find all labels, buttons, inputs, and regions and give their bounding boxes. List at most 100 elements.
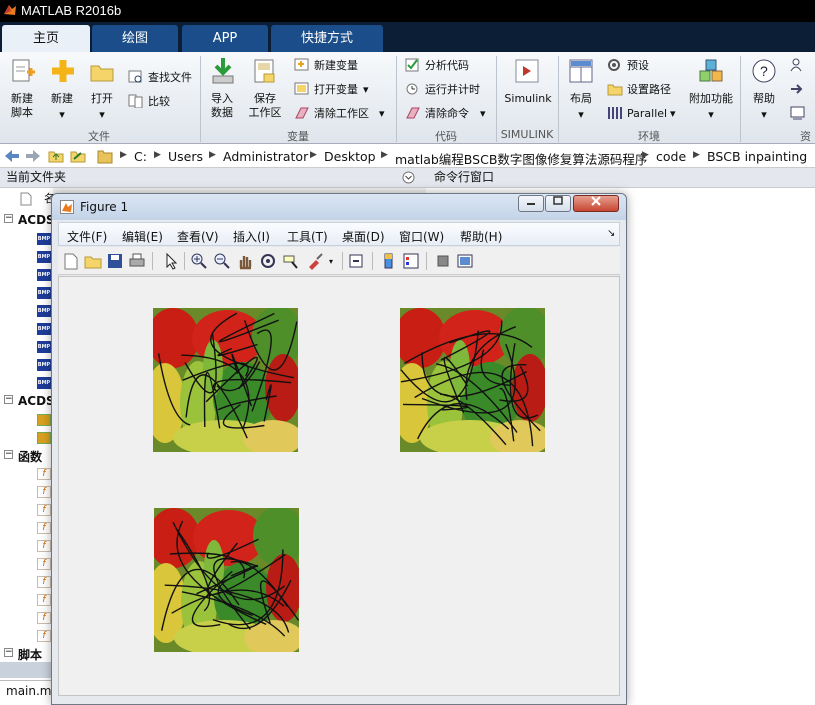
menu-window[interactable]: 窗口(W) bbox=[399, 228, 444, 245]
peppers-image-damaged-2[interactable] bbox=[400, 308, 545, 452]
function-file-icon[interactable]: f bbox=[37, 540, 51, 552]
clear-workspace-dropdown[interactable]: ▾ bbox=[379, 107, 385, 121]
breadcrumb-project-folder[interactable]: matlab编程BSCB数字图像修复算法源码程序 bbox=[395, 149, 647, 168]
new-script-icon[interactable] bbox=[10, 58, 36, 84]
data-file-icon[interactable] bbox=[37, 432, 51, 444]
find-files-button[interactable]: 查找文件 bbox=[148, 71, 192, 85]
layout-icon[interactable] bbox=[568, 58, 594, 84]
up-folder-icon[interactable] bbox=[48, 149, 64, 163]
breadcrumb-users[interactable]: Users bbox=[168, 149, 203, 164]
parallel-button[interactable]: Parallel bbox=[627, 107, 667, 121]
dock-arrow-icon[interactable]: ↘ bbox=[607, 228, 615, 239]
new-figure-icon[interactable] bbox=[62, 252, 80, 270]
menu-edit[interactable]: 编辑(E) bbox=[122, 228, 163, 245]
layout-dropdown[interactable]: ▾ bbox=[574, 108, 588, 122]
tree-section-functions[interactable]: 函数 bbox=[18, 448, 42, 465]
function-file-icon[interactable]: f bbox=[37, 594, 51, 606]
pan-hand-icon[interactable] bbox=[236, 252, 254, 270]
zoom-in-icon[interactable] bbox=[190, 252, 208, 270]
help-icon[interactable]: ? bbox=[751, 58, 777, 84]
new-dropdown-arrow[interactable]: ▾ bbox=[55, 108, 69, 122]
menu-help[interactable]: 帮助(H) bbox=[460, 228, 502, 245]
tab-shortcuts[interactable]: 快捷方式 bbox=[271, 25, 383, 52]
bmp-file-icon[interactable]: BMP bbox=[37, 287, 51, 299]
peppers-image-damaged-1[interactable] bbox=[153, 308, 298, 452]
legend-icon[interactable] bbox=[402, 252, 420, 270]
function-file-icon[interactable]: f bbox=[37, 576, 51, 588]
collapse-toggle[interactable]: − bbox=[4, 214, 13, 223]
breadcrumb-bscb-inpainting[interactable]: BSCB inpainting bbox=[707, 149, 807, 164]
new-button[interactable]: 新建 bbox=[47, 92, 77, 106]
data-file-icon[interactable] bbox=[37, 414, 51, 426]
help-button[interactable]: 帮助 bbox=[748, 92, 780, 106]
bmp-file-icon[interactable]: BMP bbox=[37, 251, 51, 263]
save-workspace-button[interactable]: 保存 工作区 bbox=[245, 92, 285, 120]
save-icon[interactable] bbox=[106, 252, 124, 270]
menu-file[interactable]: 文件(F) bbox=[67, 228, 107, 245]
bmp-file-icon[interactable]: BMP bbox=[37, 269, 51, 281]
rotate-3d-icon[interactable] bbox=[259, 252, 277, 270]
tab-plots[interactable]: 绘图 bbox=[92, 25, 178, 52]
function-file-icon[interactable]: f bbox=[37, 612, 51, 624]
tab-home[interactable]: 主页 bbox=[2, 25, 90, 52]
open-dropdown-arrow[interactable]: ▾ bbox=[95, 108, 109, 122]
function-file-icon[interactable]: f bbox=[37, 486, 51, 498]
menu-insert[interactable]: 插入(I) bbox=[233, 228, 270, 245]
simulink-button[interactable]: Simulink bbox=[500, 92, 556, 106]
open-folder-icon[interactable] bbox=[90, 62, 114, 82]
breadcrumb-c[interactable]: C: bbox=[134, 149, 147, 164]
menu-tools[interactable]: 工具(T) bbox=[287, 228, 328, 245]
function-file-icon[interactable]: f bbox=[37, 504, 51, 516]
print-icon[interactable] bbox=[128, 252, 146, 270]
collapse-toggle[interactable]: − bbox=[4, 395, 13, 404]
tab-apps[interactable]: APP bbox=[182, 25, 268, 52]
maximize-button[interactable] bbox=[545, 195, 571, 212]
collapse-toggle[interactable]: − bbox=[4, 648, 13, 657]
import-data-icon[interactable] bbox=[210, 57, 236, 85]
help-dropdown[interactable]: ▾ bbox=[757, 108, 771, 122]
bmp-file-icon[interactable]: BMP bbox=[37, 233, 51, 245]
addons-button[interactable]: 附加功能 bbox=[686, 92, 736, 106]
bmp-file-icon[interactable]: BMP bbox=[37, 341, 51, 353]
layout-button[interactable]: 布局 bbox=[565, 92, 597, 106]
tree-section-acds-2[interactable]: ACDS bbox=[18, 394, 55, 408]
save-workspace-icon[interactable] bbox=[252, 58, 278, 84]
data-cursor-icon[interactable] bbox=[282, 252, 300, 270]
forward-arrow-icon[interactable] bbox=[25, 149, 41, 163]
open-variable-button[interactable]: 打开变量 bbox=[314, 83, 358, 97]
menu-view[interactable]: 查看(V) bbox=[177, 228, 219, 245]
set-path-button[interactable]: 设置路径 bbox=[627, 83, 671, 97]
brush-icon[interactable] bbox=[306, 252, 324, 270]
brush-dropdown-arrow[interactable]: ▾ bbox=[329, 255, 333, 269]
open-button[interactable]: 打开 bbox=[87, 92, 117, 106]
address-bar[interactable]: ▶ C: ▶ Users ▶ Administrator ▶ Desktop ▶… bbox=[0, 144, 815, 168]
function-file-icon[interactable]: f bbox=[37, 522, 51, 534]
breadcrumb-desktop[interactable]: Desktop bbox=[324, 149, 376, 164]
breadcrumb-code[interactable]: code bbox=[656, 149, 686, 164]
figure-canvas[interactable] bbox=[58, 276, 620, 696]
peppers-image-damaged-3[interactable] bbox=[154, 508, 299, 652]
pointer-icon[interactable] bbox=[162, 252, 180, 270]
zoom-out-icon[interactable] bbox=[213, 252, 231, 270]
selected-row-highlight[interactable] bbox=[0, 662, 53, 678]
collapse-toggle[interactable]: − bbox=[4, 450, 13, 459]
preferences-button[interactable]: 预设 bbox=[627, 59, 649, 73]
new-variable-button[interactable]: 新建变量 bbox=[314, 59, 358, 73]
link-plot-icon[interactable] bbox=[348, 252, 366, 270]
breadcrumb-administrator[interactable]: Administrator bbox=[223, 149, 308, 164]
function-file-icon[interactable]: f bbox=[37, 558, 51, 570]
close-button[interactable] bbox=[573, 195, 619, 212]
clear-commands-dropdown[interactable]: ▾ bbox=[480, 107, 486, 121]
bmp-file-icon[interactable]: BMP bbox=[37, 323, 51, 335]
back-arrow-icon[interactable] bbox=[4, 149, 20, 163]
tree-section-acds-1[interactable]: ACDS bbox=[18, 213, 55, 227]
function-file-icon[interactable]: f bbox=[37, 630, 51, 642]
pane-menu-icon[interactable] bbox=[402, 171, 415, 184]
import-data-button[interactable]: 导入 数据 bbox=[205, 92, 239, 120]
clear-workspace-button[interactable]: 清除工作区 bbox=[314, 107, 369, 121]
analyze-code-button[interactable]: 分析代码 bbox=[425, 59, 469, 73]
simulink-icon[interactable] bbox=[514, 58, 540, 84]
show-plot-tools-icon[interactable] bbox=[456, 252, 474, 270]
addons-dropdown[interactable]: ▾ bbox=[704, 108, 718, 122]
addons-cubes-icon[interactable] bbox=[698, 58, 724, 84]
